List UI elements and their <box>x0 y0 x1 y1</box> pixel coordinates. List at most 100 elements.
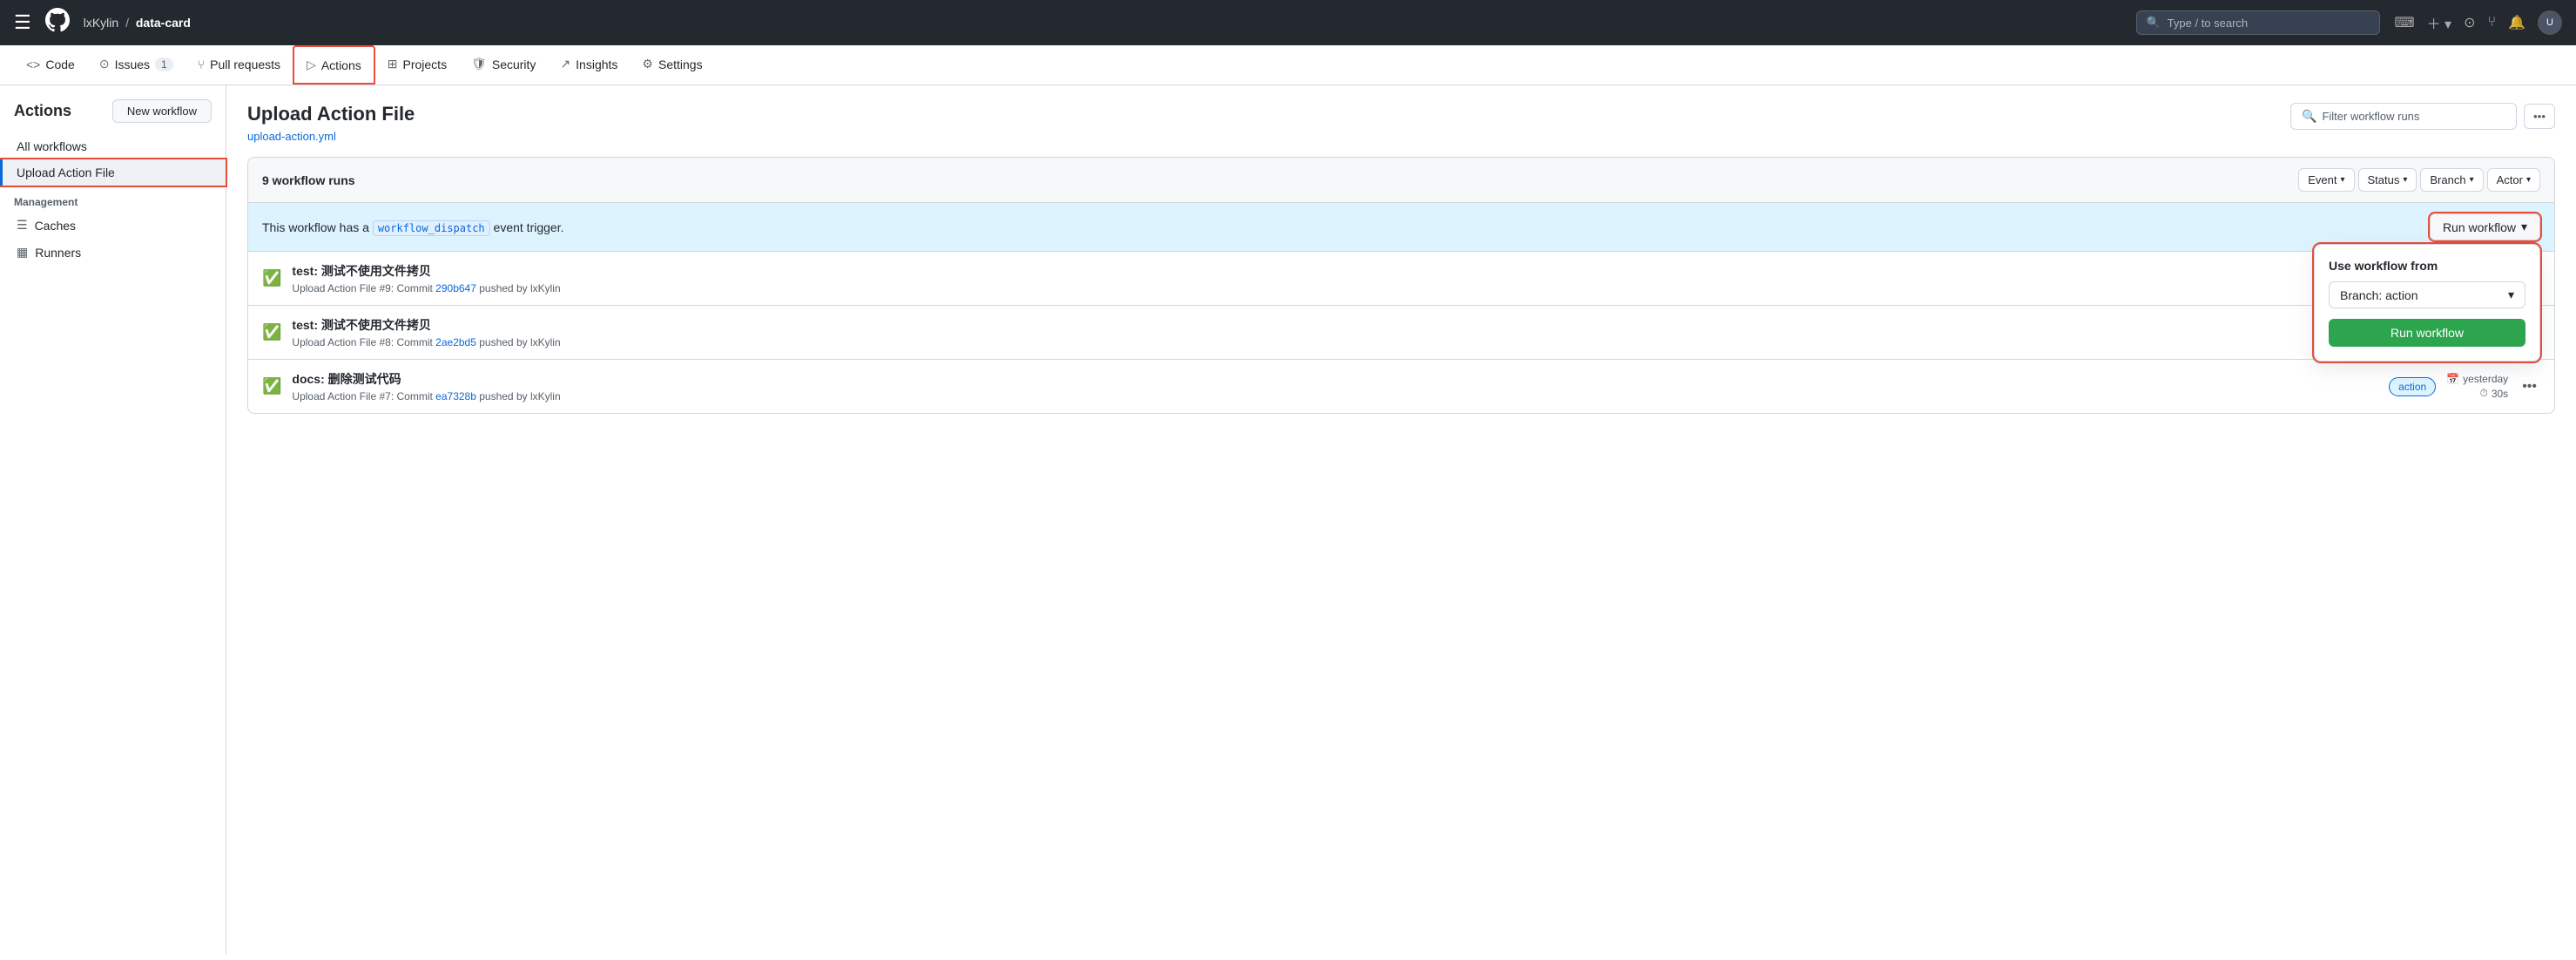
actions-icon: ▷ <box>307 57 316 72</box>
filter-buttons: Event ▾ Status ▾ Branch ▾ Actor ▾ <box>2298 168 2540 192</box>
settings-icon: ⚙ <box>642 57 653 71</box>
issues-icon: ⊙ <box>99 57 110 71</box>
status-filter-btn[interactable]: Status ▾ <box>2358 168 2418 192</box>
trigger-text-2: event trigger. <box>494 220 564 234</box>
nav-pr-label: Pull requests <box>210 57 280 71</box>
code-icon: <> <box>26 57 40 71</box>
run-more-button[interactable]: ••• <box>2519 375 2540 398</box>
issues-badge: 1 <box>155 57 173 71</box>
workflow-table: 9 workflow runs Event ▾ Status ▾ Branch … <box>247 157 2555 414</box>
sidebar-title: Actions <box>14 102 71 120</box>
table-row: ✅ docs: 删除测试代码 Upload Action File #7: Co… <box>248 360 2554 413</box>
nav-security-label: Security <box>492 57 536 71</box>
user-avatar[interactable]: U <box>2538 10 2562 35</box>
nav-issues[interactable]: ⊙ Issues 1 <box>87 46 185 84</box>
runners-icon: ▦ <box>17 245 28 260</box>
sidebar: Actions New workflow All workflows Uploa… <box>0 85 226 954</box>
pull-request-icon[interactable]: ⑂ <box>2487 15 2496 30</box>
run-duration: 30s <box>2492 388 2508 400</box>
upload-action-file-label: Upload Action File <box>17 166 115 179</box>
filter-more-button[interactable]: ••• <box>2524 104 2555 129</box>
github-logo <box>45 8 70 38</box>
pr-icon: ⑂ <box>198 57 205 71</box>
dropdown-title: Use workflow from <box>2329 259 2525 273</box>
run-success-icon: ✅ <box>262 269 281 287</box>
branch-select-button[interactable]: Branch: action ▾ <box>2329 281 2525 308</box>
nav-actions-label: Actions <box>321 58 361 72</box>
event-filter-btn[interactable]: Event ▾ <box>2298 168 2354 192</box>
sidebar-item-all-workflows[interactable]: All workflows <box>0 133 226 159</box>
run-workflow-btn-label: Run workflow <box>2443 220 2516 234</box>
nav-settings[interactable]: ⚙ Settings <box>630 46 714 84</box>
nav-projects[interactable]: ⊞ Projects <box>375 46 459 84</box>
run-time-label: yesterday <box>2463 373 2508 385</box>
nav-security[interactable]: 🛡 Security <box>459 46 548 84</box>
run-workflow-action-button[interactable]: Run workflow <box>2329 319 2525 347</box>
actor-label: Actor <box>2497 173 2523 186</box>
run-workflow-dropdown: Use workflow from Branch: action ▾ Run w… <box>2314 244 2540 362</box>
activity-icon[interactable]: ⊙ <box>2464 14 2475 31</box>
notification-icon[interactable]: 🔔 <box>2508 14 2525 31</box>
nav-insights-label: Insights <box>576 57 617 71</box>
nav-settings-label: Settings <box>658 57 703 71</box>
run-success-icon: ✅ <box>262 377 281 395</box>
branch-select-chevron-icon: ▾ <box>2508 287 2514 302</box>
run-workflow-chevron-icon: ▾ <box>2521 220 2527 234</box>
nav-code[interactable]: <> Code <box>14 47 87 84</box>
new-workflow-button[interactable]: New workflow <box>112 99 212 123</box>
commit-link[interactable]: 2ae2bd5 <box>435 336 476 348</box>
run-info: test: 测试不使用文件拷贝 Upload Action File #9: C… <box>292 262 2483 294</box>
branch-filter-btn[interactable]: Branch ▾ <box>2420 168 2483 192</box>
terminal-icon[interactable]: ⌨ <box>2394 14 2414 31</box>
trigger-text-1: This workflow has a <box>262 220 369 234</box>
run-info: docs: 删除测试代码 Upload Action File #7: Comm… <box>292 370 2378 402</box>
content-header: Upload Action File upload-action.yml 🔍 F… <box>247 103 2555 143</box>
run-success-icon: ✅ <box>262 323 281 341</box>
filter-input[interactable]: 🔍 Filter workflow runs <box>2290 103 2517 130</box>
run-info: test: 测试不使用文件拷贝 Upload Action File #8: C… <box>292 316 2423 348</box>
projects-icon: ⊞ <box>388 57 398 71</box>
workflow-count: 9 workflow runs <box>262 173 355 187</box>
event-label: Event <box>2308 173 2337 186</box>
table-row: ✅ test: 测试不使用文件拷贝 Upload Action File #9:… <box>248 252 2554 306</box>
actor-filter-btn[interactable]: Actor ▾ <box>2487 168 2540 192</box>
trigger-info-row: This workflow has a workflow_dispatch ev… <box>248 203 2554 252</box>
search-placeholder: Type / to search <box>2168 17 2249 30</box>
filter-area: 🔍 Filter workflow runs ••• <box>2290 103 2555 130</box>
trigger-code: workflow_dispatch <box>373 220 490 236</box>
sidebar-item-upload-action-file[interactable]: Upload Action File <box>0 159 226 186</box>
nav-actions[interactable]: ▷ Actions <box>293 45 375 85</box>
owner-link[interactable]: lxKylin <box>84 16 118 30</box>
repo-name: data-card <box>136 16 191 30</box>
run-title[interactable]: test: 测试不使用文件拷贝 <box>292 262 2483 280</box>
nav-projects-label: Projects <box>403 57 448 71</box>
nav-code-label: Code <box>45 57 74 71</box>
run-meta: Upload Action File #7: Commit ea7328b pu… <box>292 390 2378 402</box>
run-title[interactable]: docs: 删除测试代码 <box>292 370 2378 388</box>
run-meta: Upload Action File #9: Commit 290b647 pu… <box>292 282 2483 294</box>
run-time-area: 📅 yesterday ⏱ 30s <box>2446 373 2508 400</box>
nav-pull-requests[interactable]: ⑂ Pull requests <box>185 47 293 84</box>
commit-link[interactable]: 290b647 <box>435 282 476 294</box>
commit-link[interactable]: ea7328b <box>435 390 476 402</box>
add-menu-icon[interactable]: ＋ ▾ <box>2427 12 2451 33</box>
nav-insights[interactable]: ↗ Insights <box>548 46 630 84</box>
workflow-file-link-area: upload-action.yml <box>247 129 415 143</box>
breadcrumb: lxKylin / data-card <box>84 16 191 30</box>
calendar-icon: 📅 <box>2446 373 2459 385</box>
caches-label: Caches <box>35 219 76 233</box>
runners-label: Runners <box>35 246 81 260</box>
management-section-header: Management <box>0 193 226 212</box>
run-title[interactable]: test: 测试不使用文件拷贝 <box>292 316 2423 334</box>
security-icon: 🛡 <box>471 57 487 71</box>
workflow-table-header: 9 workflow runs Event ▾ Status ▾ Branch … <box>248 158 2554 203</box>
sidebar-item-runners[interactable]: ▦ Runners <box>0 239 226 266</box>
search-bar[interactable]: 🔍 Type / to search <box>2136 10 2380 35</box>
hamburger-icon[interactable]: ☰ <box>14 11 31 34</box>
run-badge[interactable]: action <box>2389 377 2436 396</box>
table-row: ✅ test: 测试不使用文件拷贝 Upload Action File #8:… <box>248 306 2554 360</box>
workflow-file-link[interactable]: upload-action.yml <box>247 130 336 143</box>
run-workflow-toggle-button[interactable]: Run workflow ▾ <box>2430 213 2540 240</box>
actor-chevron-icon: ▾ <box>2526 175 2531 185</box>
sidebar-item-caches[interactable]: ☰ Caches <box>0 212 226 239</box>
